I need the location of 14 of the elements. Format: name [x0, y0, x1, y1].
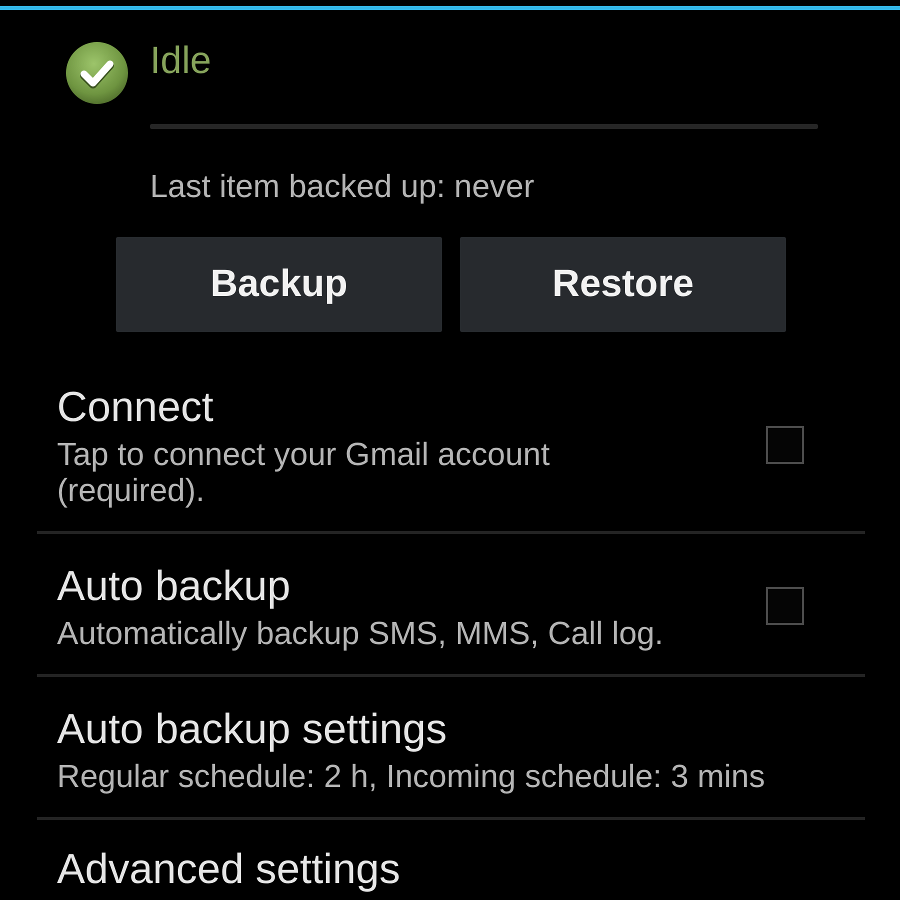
check-circle-icon — [65, 41, 129, 105]
backup-button[interactable]: Backup — [116, 237, 442, 332]
preference-title[interactable]: Auto backup — [57, 561, 687, 611]
last-backup-text: Last item backed up: never — [150, 168, 534, 204]
restore-button[interactable]: Restore — [460, 237, 786, 332]
preference-summary: Automatically backup SMS, MMS, Call log. — [57, 615, 664, 651]
preference-summary: Regular schedule: 2 h, Incoming schedule: 3 mins — [57, 758, 766, 794]
preference-title[interactable]: Connect — [57, 382, 687, 432]
checkbox[interactable] — [766, 587, 804, 625]
preference-title[interactable]: Advanced settings — [57, 847, 865, 891]
preference-summary: Tap to connect your Gmail account (required). — [57, 436, 551, 508]
status-text: Idle — [150, 39, 212, 83]
preference-title[interactable]: Auto backup settings — [57, 704, 865, 754]
checkbox[interactable] — [766, 426, 804, 464]
